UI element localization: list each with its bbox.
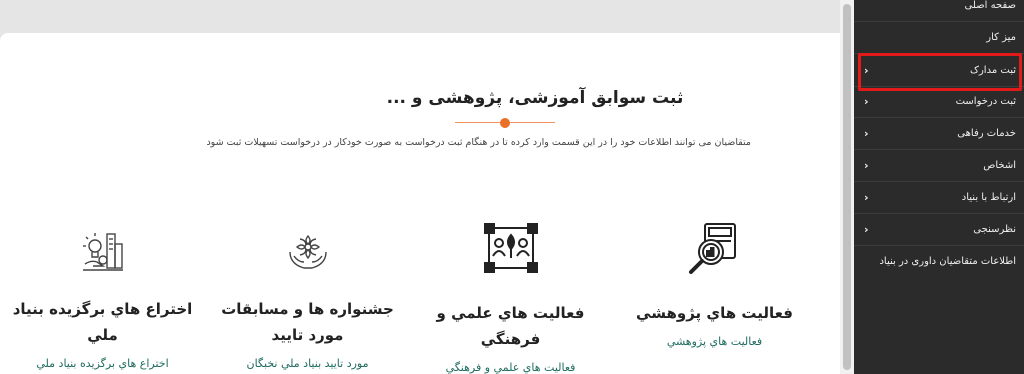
card-title: اختراع هاي برگزيده بنياد ملي	[12, 300, 193, 344]
chevron-left-icon: ‹	[864, 64, 869, 77]
card-title: فعاليت هاي علمي و فرهنگي	[436, 304, 585, 348]
page-scrollbar[interactable]	[840, 0, 854, 374]
card-link[interactable]: فعاليت هاي پژوهشي	[617, 334, 812, 350]
sidebar-item-label: اشخاص	[983, 160, 1016, 171]
sidebar-item-survey[interactable]: نظرسنجی ‹	[854, 214, 1024, 246]
main-content: ثبت سوابق آموزشی، پژوهشی و ... متقاضیان …	[0, 33, 840, 374]
sidebar-item-home[interactable]: صفحه اصلی	[854, 0, 1024, 22]
sidebar-item-label: نظرسنجی	[973, 224, 1016, 235]
card-approved-festivals[interactable]: جشنواره ها و مسابقات مورد تاييد مورد تاي…	[210, 218, 405, 372]
sidebar-item-label: میز کار	[986, 32, 1016, 43]
chevron-left-icon: ‹	[864, 191, 869, 204]
card-link[interactable]: فعاليت هاي علمي و فرهنگي	[413, 360, 608, 374]
card-link[interactable]: مورد تاييد بنياد ملي نخبگان	[210, 356, 405, 372]
sidebar-item-label: ارتباط با بنیاد	[961, 192, 1016, 203]
sidebar-item-submit-request[interactable]: ثبت درخواست ‹	[854, 86, 1024, 118]
sidebar-item-dashboard[interactable]: میز کار	[854, 22, 1024, 54]
sidebar-item-referee-applicants[interactable]: اطلاعات متقاضیان داوری در بنیاد	[854, 246, 1024, 278]
award-lotus-hands-icon	[286, 230, 330, 274]
card-title: جشنواره ها و مسابقات مورد تاييد	[221, 300, 394, 344]
cultural-activity-presentation-icon	[481, 218, 541, 278]
title-divider	[455, 118, 555, 128]
card-link[interactable]: اختراع هاي برگزيده بنياد ملي	[5, 356, 200, 372]
invention-lightbulb-gear-icon	[81, 230, 125, 274]
chevron-left-icon: ‹	[864, 95, 869, 108]
chevron-left-icon: ‹	[864, 159, 869, 172]
page-description: متقاضیان می توانند اطلاعات خود را در این…	[206, 137, 751, 148]
sidebar-item-label: اطلاعات متقاضیان داوری در بنیاد	[879, 256, 1016, 267]
chevron-left-icon: ‹	[864, 127, 869, 140]
research-report-magnifier-icon	[685, 218, 745, 278]
sidebar-item-contact-foundation[interactable]: ارتباط با بنیاد ‹	[854, 182, 1024, 214]
divider-dot	[500, 118, 510, 128]
sidebar-item-label: ثبت مدارک	[970, 65, 1016, 76]
sidebar-item-welfare-services[interactable]: خدمات رفاهی ‹	[854, 118, 1024, 150]
sidebar-item-persons[interactable]: اشخاص ‹	[854, 150, 1024, 182]
sidebar-item-register-documents[interactable]: ثبت مدارک ‹	[854, 55, 1024, 87]
sidebar-item-label: صفحه اصلی	[964, 0, 1016, 11]
card-title: فعاليت هاي پژوهشي	[636, 304, 793, 322]
card-scientific-cultural-activities[interactable]: فعاليت هاي علمي و فرهنگي فعاليت هاي علمي…	[413, 218, 608, 374]
chevron-left-icon: ‹	[864, 223, 869, 236]
sidebar-nav: صفحه اصلی میز کار ثبت مدارک ‹ ثبت درخواس…	[854, 0, 1024, 374]
scrollbar-thumb[interactable]	[843, 4, 851, 370]
sidebar-item-label: ثبت درخواست	[955, 96, 1016, 107]
sidebar-item-label: خدمات رفاهی	[957, 128, 1016, 139]
page-title: ثبت سوابق آموزشی، پژوهشی و ...	[386, 88, 684, 108]
card-research-activities[interactable]: فعاليت هاي پژوهشي فعاليت هاي پژوهشي	[617, 218, 812, 350]
card-selected-inventions[interactable]: اختراع هاي برگزيده بنياد ملي اختراع هاي …	[5, 218, 200, 372]
